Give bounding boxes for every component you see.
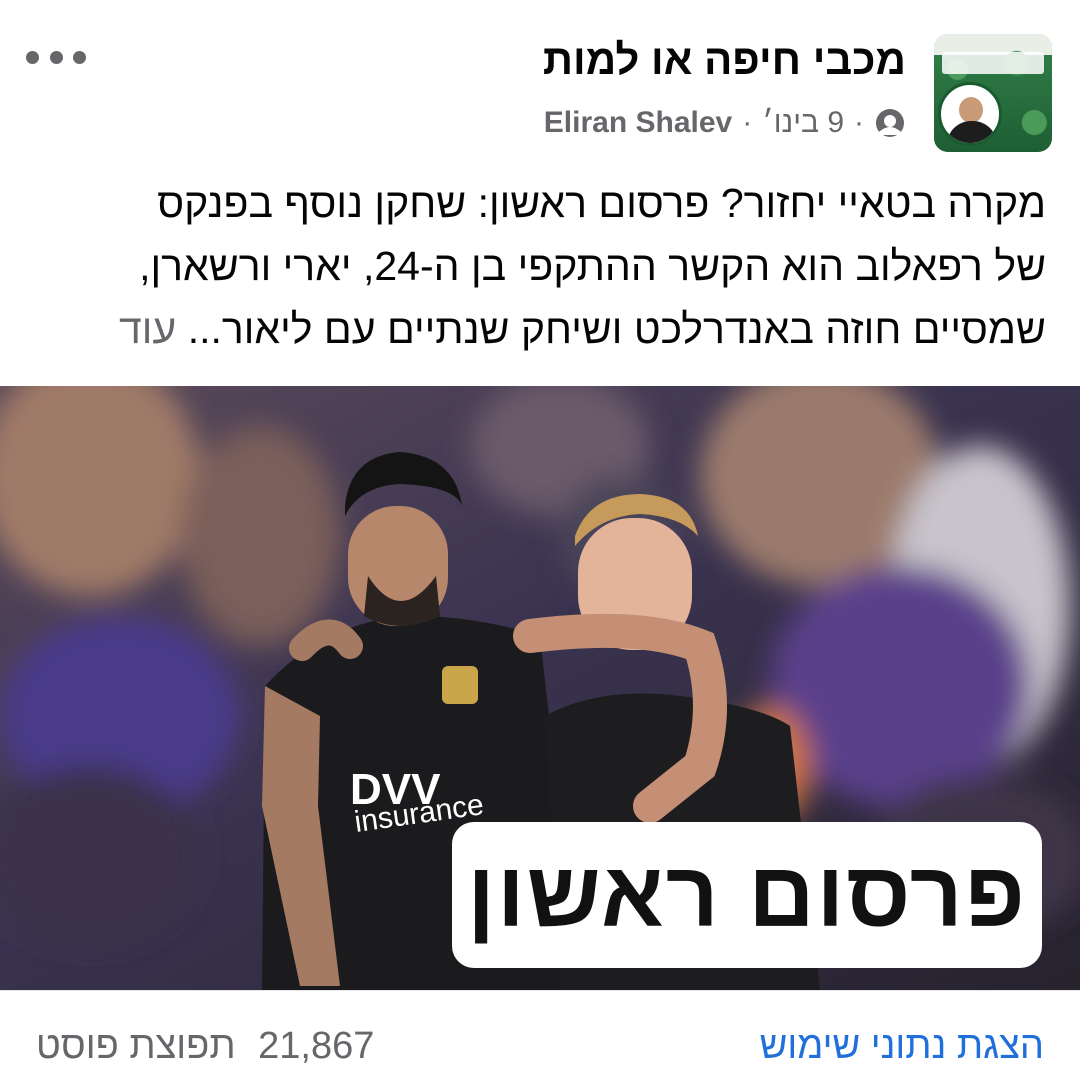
page-avatar[interactable] <box>934 34 1052 152</box>
author-name[interactable]: Eliran Shalev <box>544 106 732 140</box>
post-reach: 21,867 תפוצת פוסט <box>36 1025 374 1068</box>
reach-label: תפוצת פוסט <box>36 1025 236 1067</box>
headline-badge: פרסום ראשון <box>452 822 1042 968</box>
dot <box>49 50 63 64</box>
post-text-line: מקרה בטאיי יחזור? פרסום ראשון: שחקן נוסף… <box>157 180 1046 226</box>
dot <box>73 50 86 64</box>
post-text-line: שמסיים חוזה באנדרלכט ושיחק שנתיים עם ליא… <box>36 298 1046 361</box>
more-options-icon[interactable] <box>26 42 86 72</box>
post-text-fragment: שמסיים חוזה באנדרלכט ושיחק שנתיים עם ליא… <box>187 306 1046 352</box>
globe-icon <box>874 107 906 139</box>
meta-separator: · <box>742 106 753 139</box>
post-date[interactable]: 9 בינו׳ <box>762 106 844 140</box>
avatar-profile-photo <box>938 82 1002 146</box>
meta-separator: · <box>854 106 864 139</box>
dot <box>26 50 39 64</box>
post-meta: · 9 בינו׳ · Eliran Shalev <box>544 106 906 140</box>
see-more-link[interactable]: עוד <box>119 306 176 352</box>
post-text: מקרה בטאיי יחזור? פרסום ראשון: שחקן נוסף… <box>36 172 1046 361</box>
reach-count: 21,867 <box>258 1025 375 1067</box>
post-footer: 21,867 תפוצת פוסט הצגת נתוני שימוש <box>0 990 1080 1091</box>
avatar-shirt <box>947 121 997 143</box>
post-header: מכבי חיפה או למות · 9 בינו׳ · Eliran Sha… <box>0 0 1080 170</box>
avatar-banner <box>942 52 1044 74</box>
page-name-link[interactable]: מכבי חיפה או למות <box>543 36 906 84</box>
post-text-line: של רפאלוב הוא הקשר ההתקפי בן ה-24, יארי … <box>139 243 1046 289</box>
view-insights-link[interactable]: הצגת נתוני שימוש <box>760 1025 1044 1068</box>
avatar-face <box>959 97 983 123</box>
